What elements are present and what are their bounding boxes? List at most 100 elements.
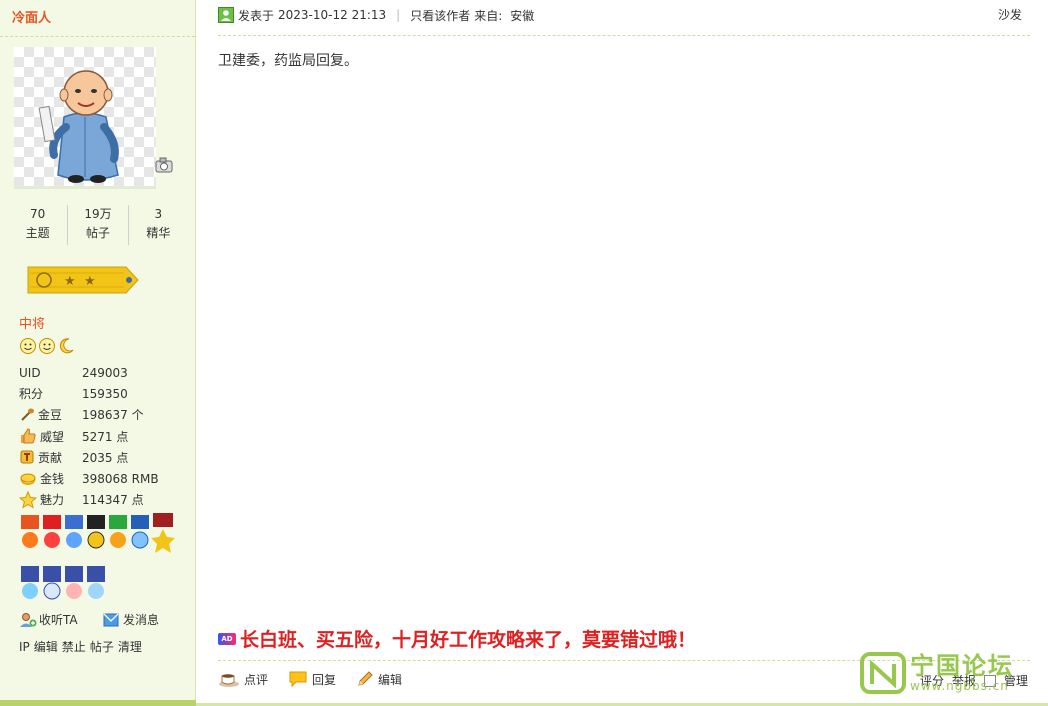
stat-posts[interactable]: 19万 帖子 <box>67 205 127 245</box>
info-row-charm: 魅力 114347 点 <box>19 489 189 510</box>
post-location: 安徽 <box>510 8 535 23</box>
info-label: 魅力 <box>40 493 65 508</box>
medal-icon <box>65 515 83 548</box>
only-author-link[interactable]: 只看该作者 <box>410 7 470 24</box>
thumb-up-icon <box>21 428 36 444</box>
author-sidebar: 冷面人 70 主题 19万 帖子 3 精华 ★ ★ 中将 UID 249003 … <box>0 0 196 706</box>
author-name-link[interactable]: 冷面人 <box>12 7 51 26</box>
reply-button[interactable]: 回复 <box>288 670 336 688</box>
coffee-cup-icon <box>219 674 239 687</box>
stat-value: 3 <box>154 207 163 221</box>
info-row-uid: UID 249003 <box>19 362 189 383</box>
send-message-label: 发消息 <box>123 613 160 627</box>
badge-icon <box>65 566 83 599</box>
info-label: 贡献 <box>38 450 63 465</box>
badge-icon <box>43 566 61 600</box>
bean-icon <box>21 408 34 421</box>
edit-label: 编辑 <box>378 672 403 687</box>
follow-link[interactable]: 收听TA <box>19 611 78 628</box>
clean-link[interactable]: 清理 <box>118 640 142 654</box>
ban-link[interactable]: 禁止 <box>62 640 86 654</box>
medal-icon <box>21 515 39 548</box>
moon-icon <box>59 338 74 354</box>
info-value: 2035 点 <box>82 450 129 465</box>
medal-icon <box>87 515 105 549</box>
ip-link[interactable]: IP <box>19 640 30 654</box>
post-main: 发表于 2023-10-12 21:13 | 只看该作者 来自: 安徽 沙发 卫… <box>196 0 1048 706</box>
user-add-icon <box>20 612 37 627</box>
info-row-prestige: 威望 5271 点 <box>19 426 189 447</box>
info-label-wrap: 贡献 <box>19 449 82 466</box>
edit-user-link[interactable]: 编辑 <box>34 640 58 654</box>
info-label: 威望 <box>40 429 65 444</box>
medal-icon <box>151 513 175 553</box>
post-actions: 点评 回复 编辑 <box>218 670 422 688</box>
rank-epaulette-icon: ★ ★ <box>27 266 139 294</box>
floor-number-link[interactable]: 沙发 <box>998 6 1022 23</box>
camera-icon[interactable] <box>155 157 173 173</box>
info-row-points: 积分 159350 <box>19 383 189 404</box>
stat-digest[interactable]: 3 精华 <box>127 205 188 245</box>
stat-value: 70 <box>30 207 46 221</box>
ad-link-text[interactable]: 长白班、买五险，十月好工作攻略来了，莫要错过哦！ <box>240 625 696 652</box>
stat-label: 精华 <box>146 226 171 240</box>
info-label: 积分 <box>19 387 44 402</box>
comment-button[interactable]: 点评 <box>218 670 268 688</box>
sun-face-icon <box>39 338 55 354</box>
avatar[interactable] <box>14 47 156 189</box>
ad-banner[interactable]: AD 长白班、买五险，十月好工作攻略来了，莫要错过哦！ <box>218 625 696 652</box>
separator: | <box>396 8 401 22</box>
site-watermark: 宁国论坛 www.ngbbs.cn <box>860 650 1040 695</box>
medals-row-1 <box>21 513 175 553</box>
mail-icon <box>103 613 119 626</box>
sidebar-bottom-bar <box>0 700 196 706</box>
contribution-icon <box>20 450 34 464</box>
info-row-contribution: 贡献 2035 点 <box>19 447 189 468</box>
svg-text:★: ★ <box>84 274 96 289</box>
medal-icon <box>109 515 127 548</box>
ad-tag-icon: AD <box>218 632 236 645</box>
info-row-beans: 金豆 198637 个 <box>19 404 189 425</box>
stat-label: 主题 <box>25 226 50 240</box>
site-name: 宁国论坛 <box>910 651 1014 680</box>
info-label: UID <box>19 365 41 380</box>
medal-icon <box>43 515 61 548</box>
pencil-icon <box>358 671 373 686</box>
post-date: 2023-10-12 21:13 <box>278 8 387 22</box>
info-value: 249003 <box>82 365 128 380</box>
svg-text:★: ★ <box>64 274 76 289</box>
star-icon <box>19 490 37 509</box>
info-value: 398068 RMB <box>82 471 159 486</box>
avatar-cartoon-image <box>38 70 119 183</box>
author-info-list: UID 249003 积分 159350 金豆 198637 个 威望 5271… <box>19 362 189 510</box>
info-row-money: 金钱 398068 RMB <box>19 468 189 489</box>
post-content: 卫建委，药监局回复。 <box>218 53 358 69</box>
stat-label: 帖子 <box>85 226 110 240</box>
follow-label: 收听TA <box>39 613 78 627</box>
site-url: www.ngbbs.cn <box>910 678 1009 693</box>
rank-title: 中将 <box>19 317 46 332</box>
rank-level-icons <box>19 337 79 355</box>
gold-ingot-icon <box>20 473 36 485</box>
site-logo-icon <box>860 651 906 694</box>
watermark-text: 宁国论坛 www.ngbbs.cn <box>910 653 1014 693</box>
posts-link[interactable]: 帖子 <box>90 640 114 654</box>
send-message-link[interactable]: 发消息 <box>103 611 159 628</box>
medals-row-2 <box>21 566 105 600</box>
stat-topics[interactable]: 70 主题 <box>8 205 67 245</box>
info-value: 198637 个 <box>82 408 144 423</box>
info-label-wrap: 金豆 <box>19 406 82 423</box>
post-header: 发表于 2023-10-12 21:13 | 只看该作者 来自: 安徽 <box>218 6 1030 24</box>
info-value: 114347 点 <box>82 493 144 508</box>
edit-button[interactable]: 编辑 <box>356 670 402 688</box>
from-label: 来自: <box>474 8 503 23</box>
stat-value: 19万 <box>84 207 112 221</box>
sun-face-icon <box>20 338 36 354</box>
info-label-wrap: 魅力 <box>19 490 82 509</box>
online-user-icon <box>218 7 234 23</box>
info-value: 5271 点 <box>82 429 129 444</box>
info-label: 金豆 <box>38 408 63 423</box>
info-label-wrap: 威望 <box>19 427 82 445</box>
admin-actions: IP 编辑 禁止 帖子 清理 <box>19 638 146 655</box>
info-label: 金钱 <box>40 472 65 487</box>
